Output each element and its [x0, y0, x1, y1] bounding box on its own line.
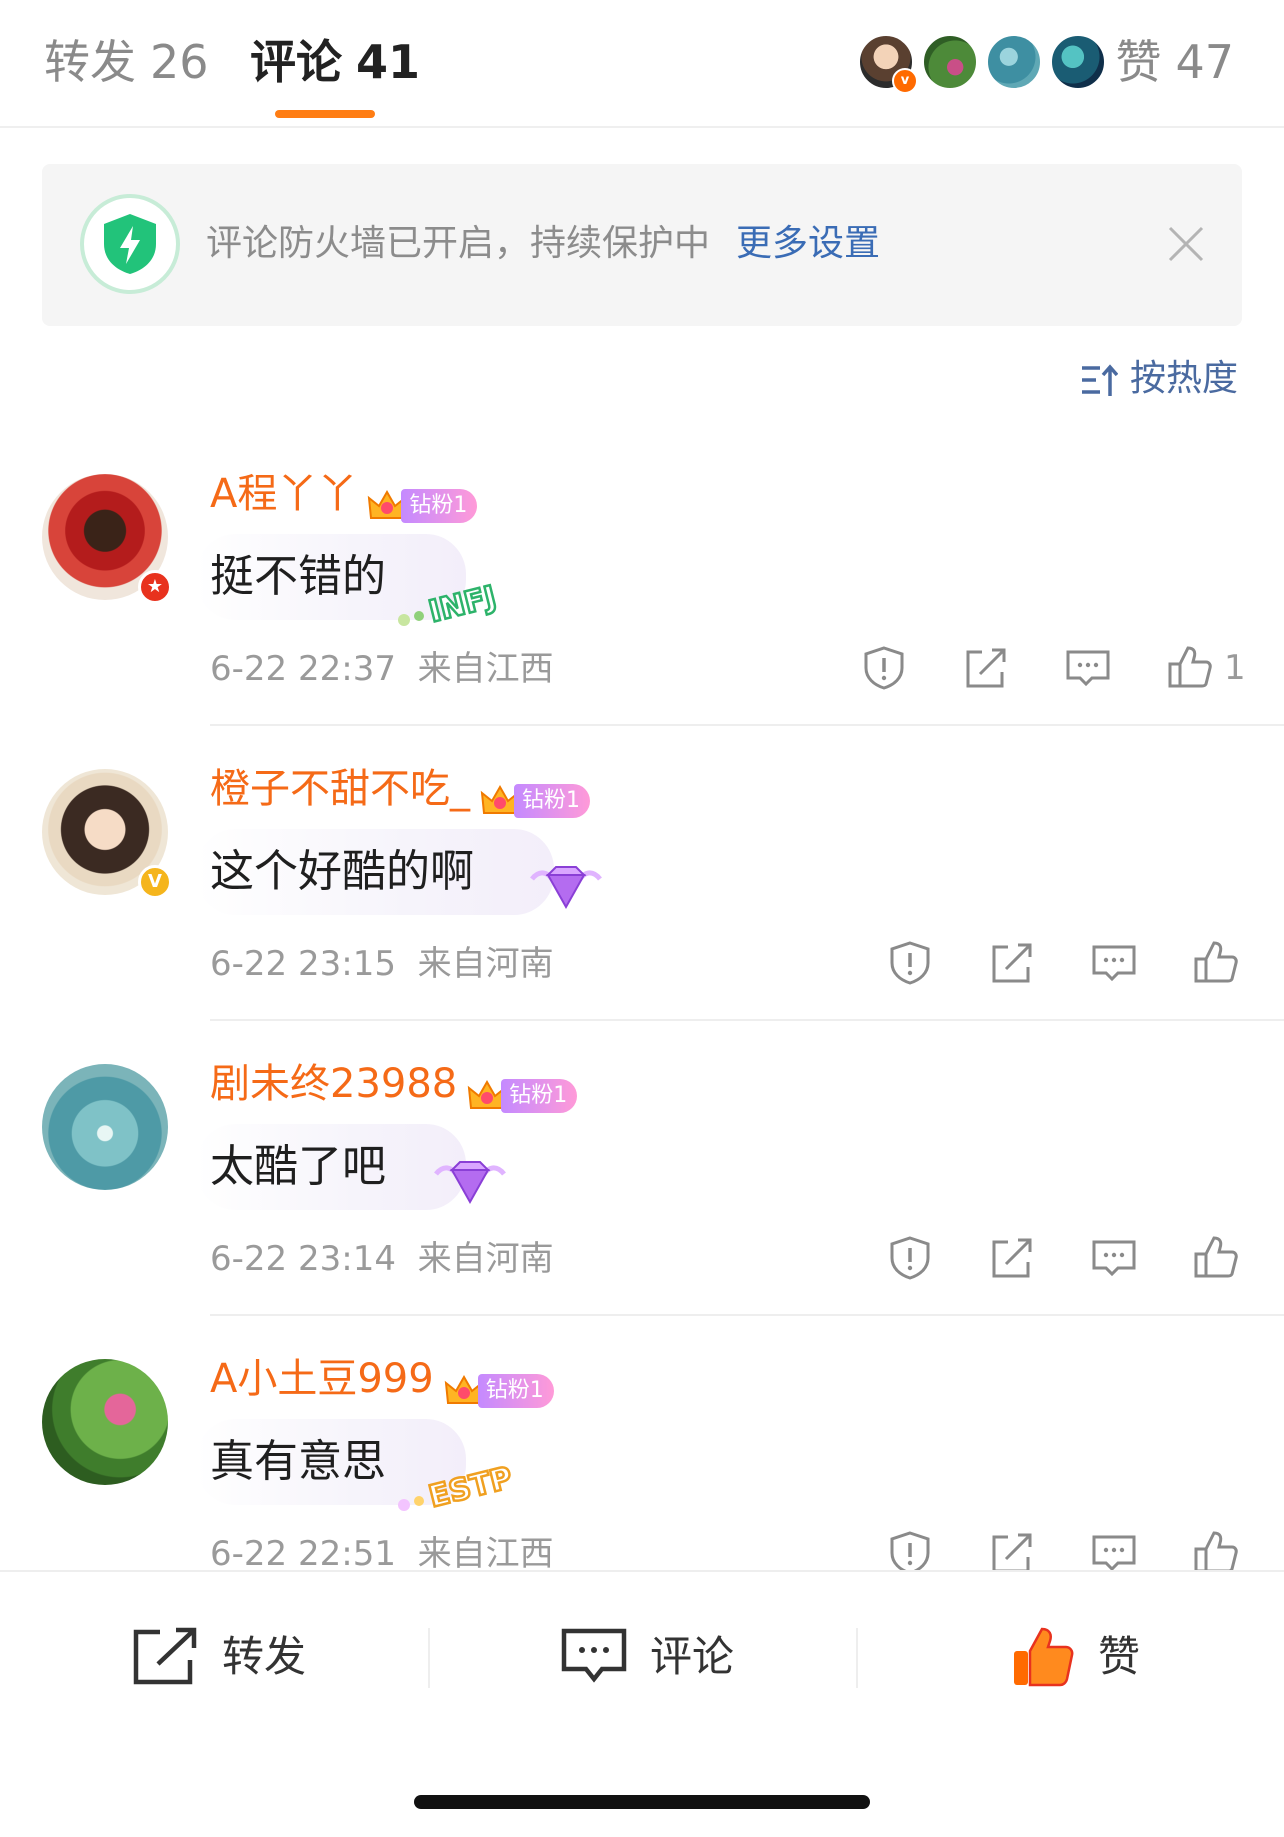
like-label: 赞	[1098, 1632, 1141, 1681]
comment-username[interactable]: 橙子不甜不吃_ 钻粉1	[210, 759, 590, 819]
comment-actions	[886, 935, 1240, 991]
repost-icon	[133, 1627, 197, 1684]
avatar[interactable]: V	[42, 769, 172, 899]
comment-time: 6-22 23:14	[210, 1239, 396, 1279]
username-text: 橙子不甜不吃_	[210, 766, 470, 812]
verified-badge-icon: ★	[138, 570, 172, 604]
divider	[856, 1628, 858, 1688]
report-icon[interactable]	[886, 1234, 934, 1282]
liker-avatar	[1050, 34, 1106, 90]
diamond-sticker-icon	[434, 1161, 506, 1205]
sort-icon	[1081, 364, 1119, 396]
tab-comment-label: 评论	[250, 35, 342, 89]
tab-like-label: 赞	[1115, 35, 1162, 89]
report-icon[interactable]	[860, 644, 908, 692]
sort-by-hot-button[interactable]: 按热度	[1080, 354, 1238, 404]
comment-username[interactable]: 剧未终23988 钻粉1	[210, 1054, 578, 1114]
svg-text:INFJ: INFJ	[425, 579, 499, 629]
fan-badge-label: 钻粉1	[401, 489, 478, 523]
tab-bar: 转发 26 评论 41 v 赞 47	[0, 0, 1284, 128]
diamond-sticker-icon	[530, 866, 602, 910]
fan-badge[interactable]: 钻粉1	[367, 474, 478, 523]
comment-time: 6-22 22:37	[210, 649, 396, 689]
shield-bolt-icon	[80, 194, 180, 294]
comment-bubble[interactable]: 太酷了吧	[196, 1124, 466, 1210]
repost-icon[interactable]	[988, 939, 1036, 987]
comment-meta: 6-22 23:15 来自河南	[210, 939, 554, 989]
fan-badge-label: 钻粉1	[514, 784, 590, 818]
firewall-banner: 评论防火墙已开启，持续保护中 更多设置	[42, 164, 1242, 326]
comment-item: 剧未终23988 钻粉1 太酷了吧 6-22 23:14 来自河南	[0, 1020, 1284, 1316]
tab-comment[interactable]: 评论 41	[250, 34, 420, 90]
like-count: 1	[1224, 648, 1246, 688]
username-text: A程丫丫	[210, 471, 358, 517]
repost-icon[interactable]	[962, 644, 1010, 692]
tab-repost-count: 26	[150, 35, 209, 89]
comment-time: 6-22 22:51	[210, 1534, 396, 1574]
verified-badge-icon: V	[138, 865, 172, 899]
svg-text:ESTP: ESTP	[425, 1460, 514, 1514]
avatar[interactable]: ★	[42, 474, 172, 604]
comment-location: 来自河南	[417, 1239, 554, 1279]
fan-badge[interactable]: 钻粉1	[467, 1064, 578, 1113]
report-icon[interactable]	[886, 939, 934, 987]
infj-sticker-icon: INFJ	[398, 578, 501, 631]
comment-location: 来自江西	[417, 1534, 554, 1574]
reply-icon[interactable]	[1090, 939, 1138, 987]
like-button[interactable]: 赞	[1010, 1622, 1140, 1692]
fan-badge-label: 钻粉1	[501, 1079, 578, 1113]
comment-username[interactable]: A小土豆999 钻粉1	[210, 1349, 554, 1409]
thumbs-up-icon[interactable]	[1192, 1234, 1240, 1282]
firewall-status-text: 评论防火墙已开启，持续保护中	[206, 223, 711, 264]
comment-text: 这个好酷的啊	[210, 846, 474, 897]
tab-repost-label: 转发	[44, 35, 136, 89]
comment-actions: 1	[860, 640, 1246, 696]
comment-bubble[interactable]: 这个好酷的啊	[196, 829, 554, 915]
comment-button[interactable]: 评论	[560, 1622, 734, 1692]
liker-avatar	[922, 34, 978, 90]
repost-button[interactable]: 转发	[132, 1622, 306, 1692]
avatar[interactable]	[42, 1359, 168, 1485]
tab-comment-count: 41	[356, 35, 421, 89]
close-icon[interactable]	[1166, 224, 1206, 264]
thumbs-up-icon[interactable]	[1192, 939, 1240, 987]
comment-meta: 6-22 22:37 来自江西	[210, 644, 554, 694]
username-text: A小土豆999	[210, 1356, 434, 1402]
avatar[interactable]	[42, 1064, 168, 1190]
comment-label: 评论	[650, 1632, 735, 1681]
fan-badge[interactable]: 钻粉1	[444, 1359, 554, 1408]
fan-badge-label: 钻粉1	[477, 1374, 554, 1408]
comment-time: 6-22 23:15	[210, 944, 396, 984]
thumbs-up-icon[interactable]	[1166, 644, 1214, 692]
sort-label: 按热度	[1129, 358, 1238, 399]
tab-repost[interactable]: 转发 26	[44, 34, 209, 90]
repost-label: 转发	[222, 1632, 307, 1681]
estp-sticker-icon: ESTP	[398, 1459, 514, 1516]
liker-avatar: v	[858, 34, 918, 94]
verified-badge-icon: v	[892, 68, 918, 94]
home-indicator	[414, 1795, 870, 1809]
comment-icon	[561, 1628, 627, 1683]
liker-avatar	[986, 34, 1042, 90]
comment-meta: 6-22 23:14 来自河南	[210, 1234, 554, 1284]
comment-location: 来自河南	[417, 944, 554, 984]
thumbs-up-filled-icon	[1014, 1627, 1074, 1686]
reply-icon[interactable]	[1090, 1234, 1138, 1282]
comment-actions	[886, 1230, 1240, 1286]
comment-text: 太酷了吧	[210, 1141, 386, 1192]
fan-badge[interactable]: 钻粉1	[480, 769, 590, 818]
comment-item: ★ A程丫丫 钻粉1 挺不错的 INFJ 6-22 22:37 来自江西 1	[0, 430, 1284, 726]
active-tab-indicator	[275, 110, 375, 118]
username-text: 剧未终23988	[210, 1061, 458, 1107]
comment-item: V 橙子不甜不吃_ 钻粉1 这个好酷的啊 6-22 23:15 来自河南	[0, 725, 1284, 1021]
tab-like[interactable]: 赞 47	[1115, 34, 1234, 90]
comment-username[interactable]: A程丫丫 钻粉1	[210, 464, 478, 524]
comment-item: A小土豆999 钻粉1 真有意思 ESTP 6-22 22:51 来自江西	[0, 1315, 1284, 1611]
reply-icon[interactable]	[1064, 644, 1112, 692]
divider	[428, 1628, 430, 1688]
comment-location: 来自江西	[417, 649, 554, 689]
tab-like-count: 47	[1175, 35, 1234, 89]
more-settings-link[interactable]: 更多设置	[736, 218, 880, 270]
repost-icon[interactable]	[988, 1234, 1036, 1282]
